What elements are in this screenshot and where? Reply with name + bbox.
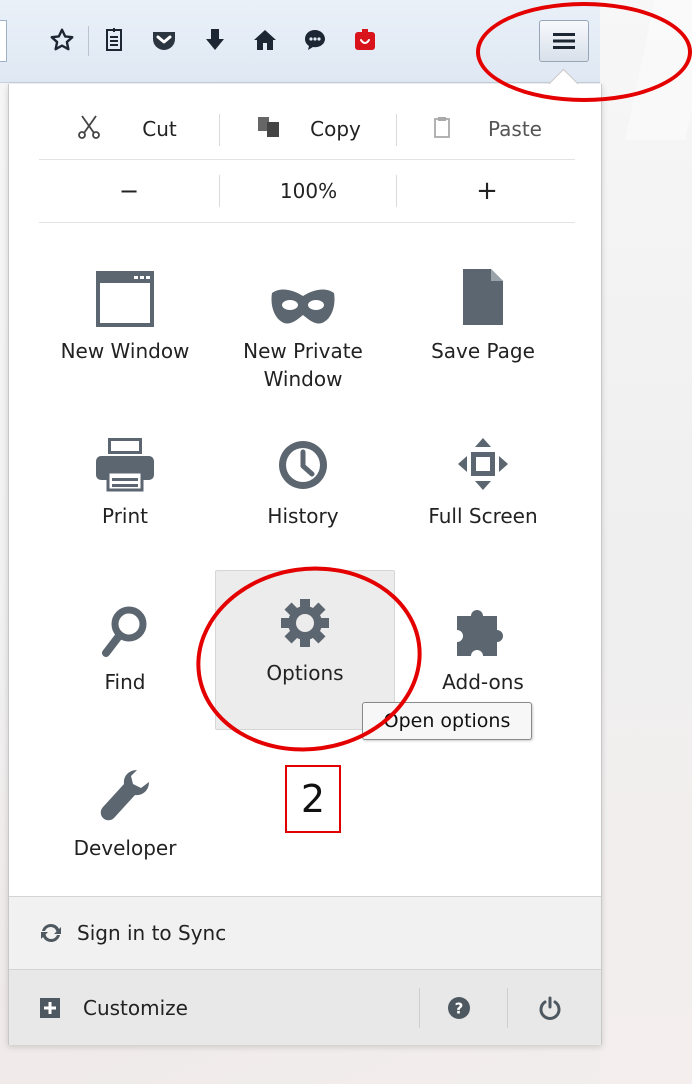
svg-text:?: ? <box>455 1000 464 1018</box>
paste-label: Paste <box>488 117 542 141</box>
divider <box>419 988 420 1028</box>
annotation-circle-menu <box>476 2 692 102</box>
help-button[interactable]: ? <box>443 992 475 1024</box>
step-number-badge: 2 <box>285 765 341 833</box>
zoom-in-button[interactable]: + <box>399 160 575 222</box>
cut-button[interactable]: Cut <box>39 99 214 159</box>
print-label: Print <box>101 504 148 528</box>
new-window-button[interactable]: New Window <box>36 249 214 399</box>
printer-icon <box>36 414 214 492</box>
divider <box>507 988 508 1028</box>
reading-list-icon[interactable] <box>96 22 132 58</box>
full-screen-label: Full Screen <box>428 504 538 528</box>
download-icon[interactable] <box>197 22 233 58</box>
new-private-window-button[interactable]: New Private Window <box>214 249 392 399</box>
sign-in-sync-label: Sign in to Sync <box>77 921 227 945</box>
copy-icon <box>256 115 282 143</box>
wrench-icon <box>36 746 214 824</box>
copy-button[interactable]: Copy <box>221 99 396 159</box>
find-button[interactable]: Find <box>36 580 214 730</box>
toolbar-separator <box>88 26 89 56</box>
sync-icon <box>39 921 63 945</box>
help-icon: ? <box>447 996 471 1020</box>
save-page-button[interactable]: Save Page <box>394 249 572 399</box>
cut-label: Cut <box>142 117 177 141</box>
power-icon <box>538 996 562 1020</box>
magnifier-icon <box>36 580 214 658</box>
history-label: History <box>267 504 339 528</box>
divider <box>396 114 397 146</box>
paste-button[interactable]: Paste <box>399 99 575 159</box>
fullscreen-arrows-icon <box>394 414 572 492</box>
url-bar-edge[interactable] <box>0 20 7 62</box>
customize-button[interactable]: Customize <box>39 990 188 1026</box>
history-button[interactable]: History <box>214 414 392 564</box>
edit-controls: Cut Copy Paste <box>39 99 575 160</box>
bookmark-star-icon[interactable] <box>44 22 80 58</box>
find-label: Find <box>104 670 146 694</box>
sign-in-sync-button[interactable]: Sign in to Sync <box>39 915 226 951</box>
divider <box>219 114 220 146</box>
clock-icon <box>214 414 392 492</box>
new-window-label: New Window <box>60 339 190 363</box>
document-icon <box>394 249 572 327</box>
developer-label: Developer <box>73 836 177 860</box>
customize-label: Customize <box>83 996 188 1020</box>
clipboard-icon <box>432 115 452 143</box>
save-page-label: Save Page <box>431 339 535 363</box>
quit-button[interactable] <box>534 992 566 1024</box>
window-icon <box>36 249 214 327</box>
developer-button[interactable]: Developer <box>36 746 214 896</box>
home-icon[interactable] <box>247 22 283 58</box>
zoom-controls: − 100% + <box>39 160 575 223</box>
pocket-icon[interactable] <box>146 22 182 58</box>
plus-square-icon <box>39 997 61 1019</box>
new-private-window-label: New Private Window <box>243 339 363 391</box>
print-button[interactable]: Print <box>36 414 214 564</box>
full-screen-button[interactable]: Full Screen <box>394 414 572 564</box>
scissors-icon <box>76 114 102 144</box>
firefox-menu-panel: Cut Copy Paste − 100% + New Window New P… <box>8 84 602 1045</box>
background <box>600 0 692 1084</box>
zoom-reset-button[interactable]: 100% <box>221 160 396 222</box>
sync-bar: Sign in to Sync <box>9 896 601 970</box>
chat-icon[interactable] <box>297 22 333 58</box>
divider <box>396 175 397 207</box>
mask-icon <box>214 249 392 327</box>
customize-bar: Customize ? <box>9 969 601 1045</box>
red-extension-icon[interactable] <box>347 22 383 58</box>
zoom-out-button[interactable]: − <box>39 160 219 222</box>
addons-label: Add-ons <box>442 670 524 694</box>
copy-label: Copy <box>310 117 361 141</box>
divider <box>219 175 220 207</box>
